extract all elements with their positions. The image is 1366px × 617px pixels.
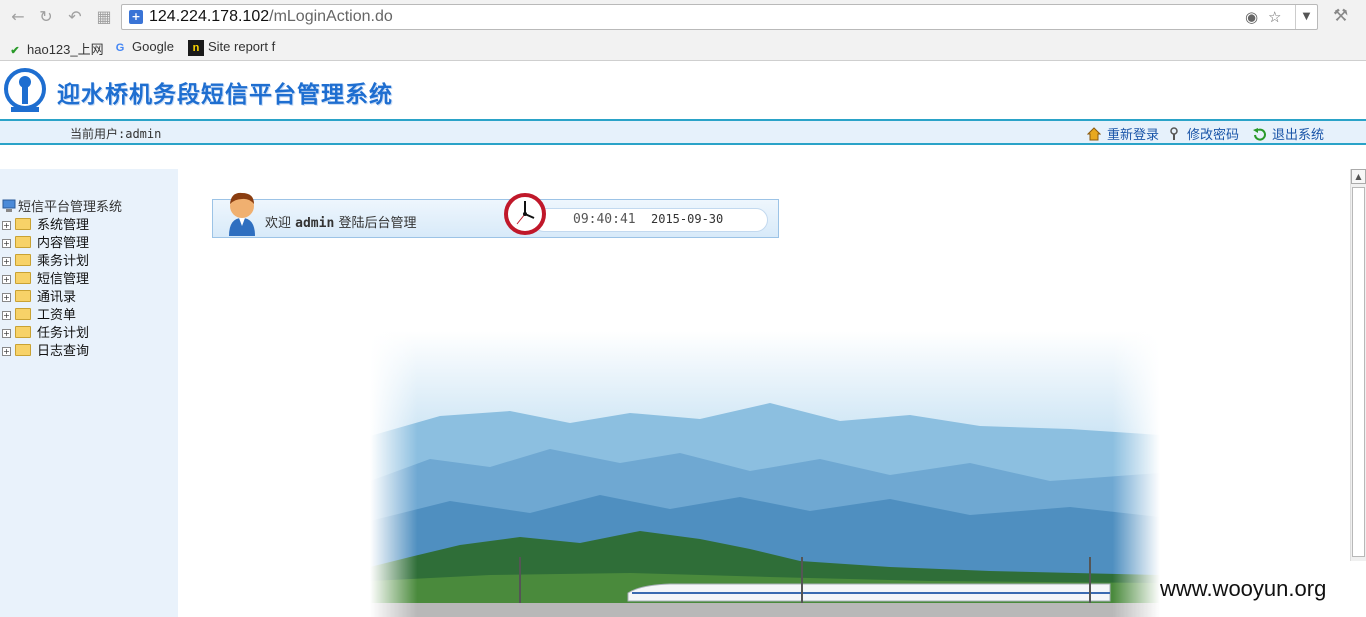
- url-text[interactable]: 124.224.178.102/mLoginAction.do: [149, 8, 393, 26]
- bookmark-label: Google: [132, 39, 174, 54]
- expand-icon[interactable]: +: [2, 275, 11, 284]
- tree-item-label: 系统管理: [37, 218, 90, 233]
- relogin-label: 重新登录: [1107, 128, 1160, 143]
- bookmark-site-report[interactable]: n Site report f: [188, 39, 275, 57]
- bookmarks-bar: ✔ hao123_上网 G Google n Site report f: [0, 34, 1366, 61]
- expand-icon[interactable]: +: [2, 239, 11, 248]
- reload-icon[interactable]: ↻: [36, 7, 56, 27]
- folder-icon: [15, 254, 31, 266]
- folder-icon: [15, 308, 31, 320]
- undo-icon[interactable]: ↶: [65, 7, 85, 27]
- clock-time: 09:40:41: [573, 212, 636, 227]
- tree-item-label: 任务计划: [37, 326, 90, 341]
- page-scrollbar[interactable]: ▲: [1350, 169, 1366, 561]
- tree-item-payroll[interactable]: + 工资单: [2, 304, 77, 323]
- tree-item-label: 乘务计划: [37, 254, 90, 269]
- netcraft-icon: n: [188, 39, 204, 56]
- exit-arrow-icon: [1253, 128, 1266, 141]
- tree-root-label: 短信平台管理系统: [18, 200, 123, 215]
- folder-icon: [15, 326, 31, 338]
- scroll-up-icon[interactable]: ▲: [1351, 169, 1366, 184]
- clock-date: 2015-09-30: [651, 212, 724, 226]
- system-title: 迎水桥机务段短信平台管理系统: [57, 82, 393, 108]
- shield-icon: +: [129, 10, 143, 24]
- scroll-thumb[interactable]: [1352, 187, 1365, 557]
- url-path: /mLoginAction.do: [269, 8, 393, 25]
- tree-item-system[interactable]: + 系统管理: [2, 214, 90, 233]
- expand-icon[interactable]: +: [2, 257, 11, 266]
- change-password-label: 修改密码: [1187, 128, 1240, 143]
- tree-item-label: 内容管理: [37, 236, 90, 251]
- hao123-icon: ✔: [10, 44, 20, 57]
- back-icon[interactable]: ←: [8, 7, 28, 27]
- welcome-user: admin: [295, 216, 335, 231]
- key-icon: [1170, 127, 1178, 140]
- welcome-text: 欢迎 admin 登陆后台管理: [265, 212, 416, 231]
- current-user: 当前用户:admin: [70, 127, 162, 141]
- home-icon: [1087, 127, 1101, 141]
- web-page: 迎水桥机务段短信平台管理系统 当前用户:admin 重新登录 修改密码 退出系统…: [0, 61, 1366, 617]
- expand-icon[interactable]: +: [2, 293, 11, 302]
- folder-icon: [15, 236, 31, 248]
- clock-display: 09:40:41 2015-09-30: [532, 208, 768, 232]
- user-avatar-icon: [229, 192, 255, 236]
- chevron-down-icon[interactable]: ▼: [1295, 5, 1317, 29]
- tree-item-label: 工资单: [37, 308, 77, 323]
- welcome-panel: 欢迎 admin 登陆后台管理 09:40:41 2015-09-30: [212, 192, 779, 238]
- url-host: 124.224.178.102: [149, 8, 270, 25]
- wrench-icon[interactable]: ⚒: [1333, 6, 1348, 26]
- google-icon: G: [115, 41, 125, 54]
- tree-item-label: 通讯录: [37, 290, 77, 305]
- tree-item-label: 日志查询: [37, 344, 90, 359]
- sidebar: 短信平台管理系统 + 系统管理 + 内容管理 + 乘务计划 + 短信管理 + 通讯录 + 工…: [0, 169, 178, 617]
- tree-root[interactable]: 短信平台管理系统: [2, 196, 122, 215]
- exit-label: 退出系统: [1272, 128, 1325, 143]
- folder-icon: [15, 344, 31, 356]
- folder-icon: [15, 290, 31, 302]
- bookmark-hao123[interactable]: ✔ hao123_上网: [7, 39, 104, 57]
- apps-grid-icon[interactable]: ▦: [94, 7, 114, 27]
- welcome-suffix: 登陆后台管理: [338, 216, 417, 231]
- browser-toolbar: ← ↻ ↶ ▦ + 124.224.178.102/mLoginAction.d…: [0, 0, 1366, 34]
- tree-item-sms[interactable]: + 短信管理: [2, 268, 90, 287]
- welcome-prefix: 欢迎: [265, 216, 292, 231]
- tree-item-label: 短信管理: [37, 272, 90, 287]
- railway-landscape-image: [370, 331, 1160, 617]
- tree-item-log[interactable]: + 日志查询: [2, 340, 90, 359]
- bookmark-google[interactable]: G Google: [112, 39, 174, 57]
- expand-icon[interactable]: +: [2, 221, 11, 230]
- expand-icon[interactable]: +: [2, 311, 11, 320]
- bookmark-label: hao123_上网: [27, 42, 104, 57]
- ie-mode-icon[interactable]: ◉: [1245, 8, 1258, 26]
- address-bar[interactable]: + 124.224.178.102/mLoginAction.do ◉ ☆ ▼: [121, 4, 1318, 30]
- railway-logo-icon: [4, 68, 46, 112]
- folder-icon: [15, 272, 31, 284]
- computer-icon: [2, 199, 16, 212]
- watermark-text: www.wooyun.org: [1160, 576, 1327, 601]
- star-icon[interactable]: ☆: [1268, 8, 1281, 26]
- tree-item-task-plan[interactable]: + 任务计划: [2, 322, 90, 341]
- folder-icon: [15, 218, 31, 230]
- exit-link[interactable]: 退出系统: [1252, 124, 1324, 143]
- tree-item-crew-plan[interactable]: + 乘务计划: [2, 250, 90, 269]
- clock-icon: [504, 193, 546, 235]
- tree-item-contacts[interactable]: + 通讯录: [2, 286, 77, 305]
- expand-icon[interactable]: +: [2, 329, 11, 338]
- relogin-link[interactable]: 重新登录: [1087, 124, 1159, 143]
- user-bar: 当前用户:admin 重新登录 修改密码 退出系统: [0, 119, 1366, 145]
- tree-item-content[interactable]: + 内容管理: [2, 232, 90, 251]
- bookmark-label: Site report f: [208, 39, 276, 54]
- expand-icon[interactable]: +: [2, 347, 11, 356]
- change-password-link[interactable]: 修改密码: [1167, 124, 1239, 143]
